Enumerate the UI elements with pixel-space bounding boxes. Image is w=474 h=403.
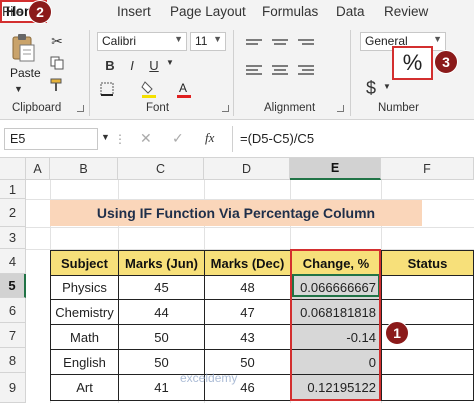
formula-separator <box>232 126 233 152</box>
table-header[interactable]: Marks (Dec) <box>204 250 291 276</box>
cancel-icon[interactable]: ✕ <box>140 130 152 147</box>
chevron-down-icon: ▼ <box>433 34 442 44</box>
clipboard-group-label: Clipboard <box>12 102 62 114</box>
font-size-combo[interactable]: 11 ▼ <box>190 32 226 51</box>
alignment-launcher-icon[interactable] <box>337 105 344 112</box>
chevron-down-icon: ▼ <box>174 34 183 44</box>
font-name-combo[interactable]: Calibri ▼ <box>97 32 187 51</box>
table-cell[interactable]: 44 <box>118 299 205 325</box>
row-header-8[interactable]: 8 <box>0 348 26 373</box>
bold-button[interactable]: B <box>102 56 118 74</box>
ribbon-separator <box>350 30 351 116</box>
row-header-9[interactable]: 9 <box>0 373 26 403</box>
table-header[interactable]: Change, % <box>290 250 382 276</box>
table-cell[interactable] <box>381 349 474 375</box>
paste-icon[interactable] <box>8 32 38 64</box>
font-launcher-icon[interactable] <box>222 105 229 112</box>
table-cell[interactable]: 0 <box>290 349 382 375</box>
currency-button[interactable]: $ <box>366 78 376 99</box>
step-badge-home: 2 <box>28 0 52 24</box>
tab-formulas[interactable]: Formulas <box>262 4 318 19</box>
table-header[interactable]: Subject <box>50 250 119 276</box>
row-header-1[interactable]: 1 <box>0 180 26 199</box>
table-cell[interactable]: 47 <box>204 299 291 325</box>
gridline <box>26 227 474 228</box>
formula-input[interactable]: =(D5-C5)/C5 <box>240 131 314 146</box>
ribbon-tab-bar: File Home Insert Page Layout Formulas Da… <box>0 0 474 26</box>
table-cell[interactable]: 43 <box>204 324 291 350</box>
tab-review[interactable]: Review <box>384 4 428 19</box>
font-color-icon[interactable]: A <box>175 79 193 99</box>
table-cell[interactable]: -0.14 <box>290 324 382 350</box>
grip-icon: ⋮ <box>114 132 126 146</box>
name-box[interactable]: E5 <box>4 128 98 150</box>
column-header-e[interactable]: E <box>290 158 381 180</box>
row-header-4[interactable]: 4 <box>0 249 26 274</box>
row-header-3[interactable]: 3 <box>0 227 26 249</box>
row-header-2[interactable]: 2 <box>0 199 26 227</box>
font-group-label: Font <box>146 102 170 114</box>
table-cell[interactable]: Art <box>50 374 119 401</box>
column-header-b[interactable]: B <box>50 158 118 180</box>
italic-button[interactable]: I <box>124 56 140 74</box>
paste-label[interactable]: Paste <box>10 66 41 80</box>
table-cell[interactable]: 0.066666667 <box>290 275 382 300</box>
enter-icon[interactable]: ✓ <box>172 130 184 147</box>
copy-icon[interactable] <box>48 54 66 72</box>
tab-data[interactable]: Data <box>336 4 365 19</box>
tab-insert[interactable]: Insert <box>117 4 151 19</box>
formula-bar: E5 ▼ ⋮ ✕ ✓ fx =(D5-C5)/C5 <box>0 120 474 158</box>
sheet-title: Using IF Function Via Percentage Column <box>50 200 422 226</box>
borders-icon[interactable] <box>98 80 116 98</box>
column-header-a[interactable]: A <box>26 158 50 180</box>
underline-button[interactable]: U <box>146 56 162 74</box>
paste-dropdown-icon[interactable]: ▼ <box>14 84 23 94</box>
table-cell[interactable]: 45 <box>118 275 205 300</box>
step-badge-column-e: 1 <box>385 321 409 345</box>
fill-color-icon[interactable] <box>140 79 158 99</box>
alignment-buttons-icon[interactable] <box>242 34 322 84</box>
format-painter-icon[interactable] <box>48 76 66 94</box>
clipboard-launcher-icon[interactable] <box>77 105 84 112</box>
column-header-c[interactable]: C <box>118 158 204 180</box>
chevron-down-icon: ▼ <box>213 34 222 44</box>
percent-style-button[interactable]: % <box>392 46 433 80</box>
watermark-logo: exceldemy <box>180 371 238 385</box>
table-header[interactable]: Marks (Jun) <box>118 250 205 276</box>
table-cell[interactable] <box>381 275 474 300</box>
select-all-corner[interactable] <box>0 158 26 180</box>
table-cell[interactable]: 0.068181818 <box>290 299 382 325</box>
chevron-down-icon[interactable]: ▼ <box>383 82 391 91</box>
row-header-5[interactable]: 5 <box>0 274 26 298</box>
cut-icon[interactable]: ✂ <box>48 32 66 50</box>
table-cell[interactable] <box>381 374 474 401</box>
number-group-label: Number <box>378 102 419 114</box>
chevron-down-icon[interactable]: ▼ <box>166 58 174 67</box>
column-header-d[interactable]: D <box>204 158 290 180</box>
fx-icon[interactable]: fx <box>205 130 214 146</box>
chevron-down-icon[interactable]: ▼ <box>101 132 110 142</box>
column-header-f[interactable]: F <box>381 158 474 180</box>
ribbon-separator <box>89 30 90 116</box>
tab-file[interactable]: File <box>2 4 24 19</box>
table-cell[interactable]: 48 <box>204 275 291 300</box>
ribbon-separator <box>233 30 234 116</box>
step-badge-percent: 3 <box>434 50 458 74</box>
table-cell[interactable]: Math <box>50 324 119 350</box>
row-header-6[interactable]: 6 <box>0 298 26 323</box>
row-header-7[interactable]: 7 <box>0 323 26 348</box>
table-cell[interactable]: English <box>50 349 119 375</box>
alignment-group-label: Alignment <box>264 102 316 114</box>
table-header[interactable]: Status <box>381 250 474 276</box>
svg-text:A: A <box>179 81 187 95</box>
table-cell[interactable]: 50 <box>118 324 205 350</box>
table-cell[interactable]: Physics <box>50 275 119 300</box>
table-cell[interactable]: Chemistry <box>50 299 119 325</box>
tab-page-layout[interactable]: Page Layout <box>170 4 246 19</box>
table-cell[interactable]: 0.12195122 <box>290 374 382 401</box>
